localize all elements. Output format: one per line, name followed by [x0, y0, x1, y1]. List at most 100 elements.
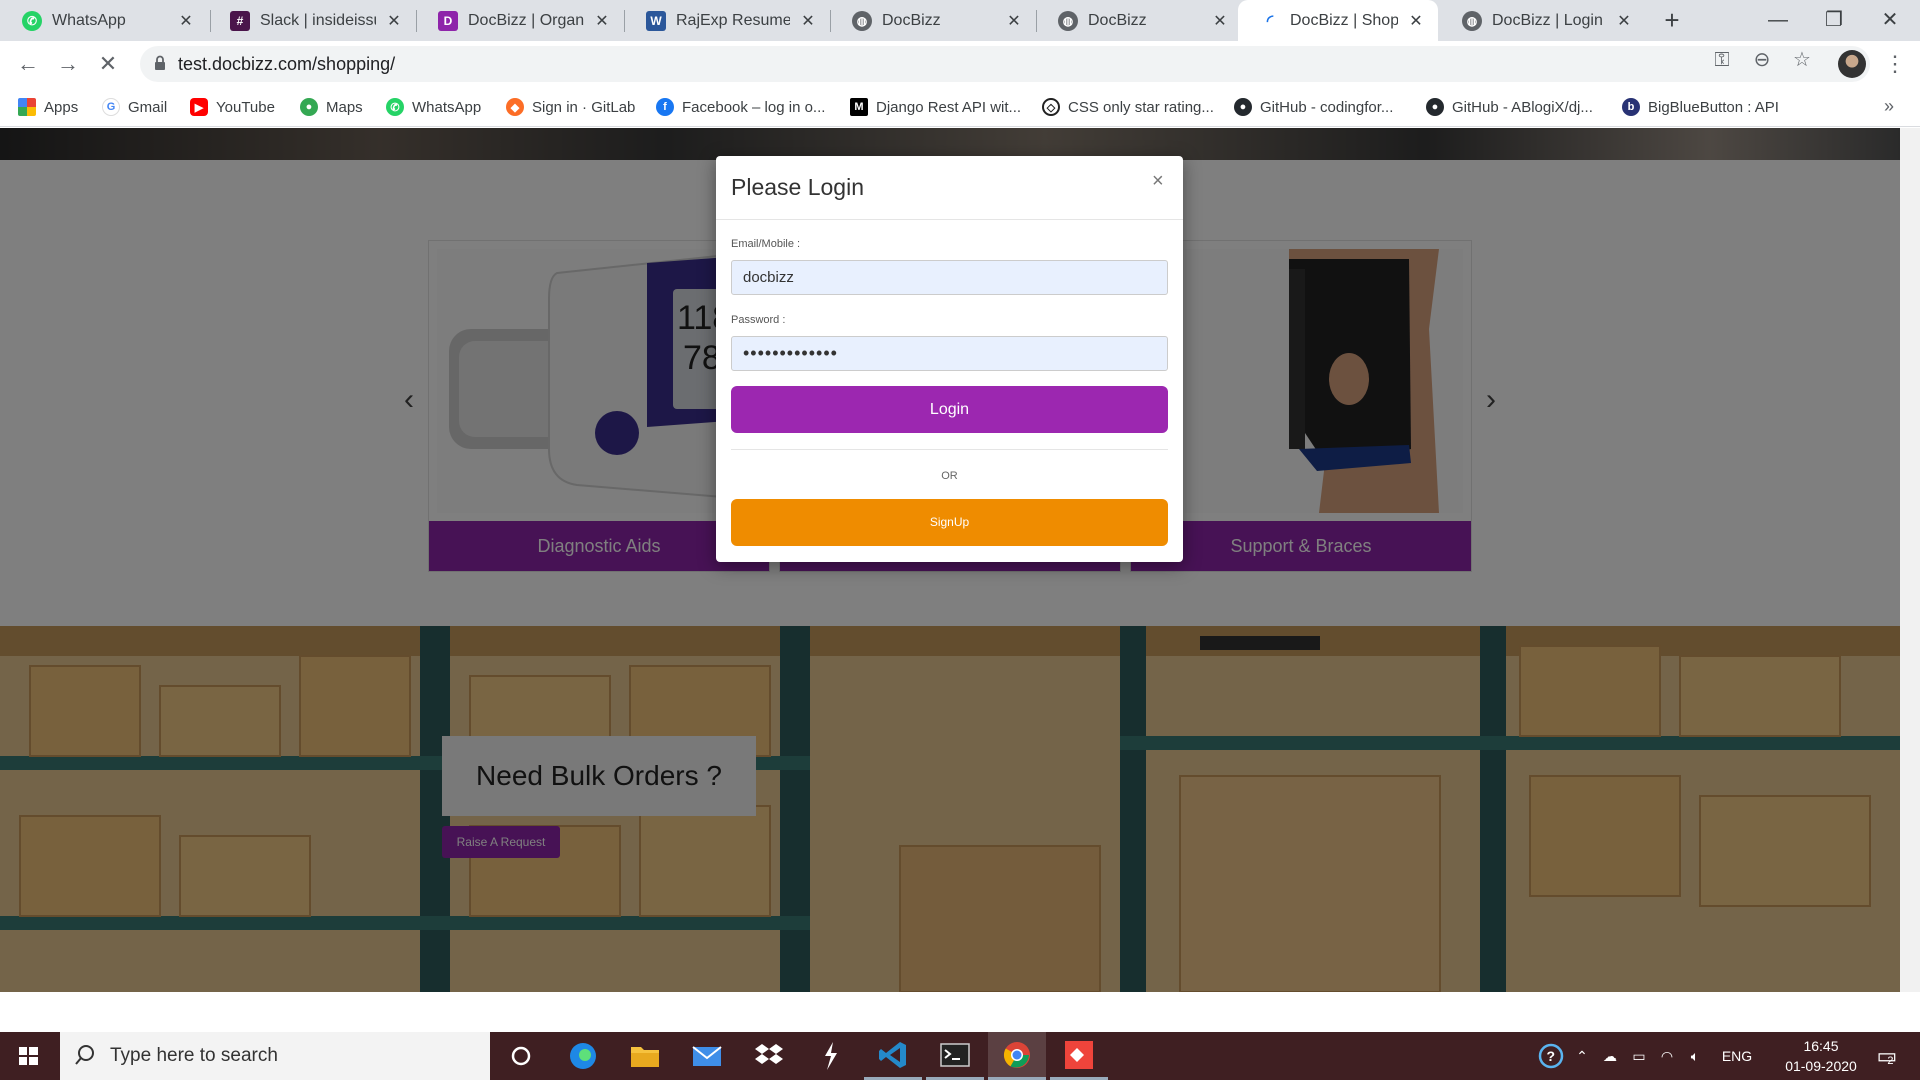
restore-button[interactable]: ❐	[1804, 0, 1864, 41]
close-window-button[interactable]: ✕	[1860, 0, 1920, 41]
chevron-double-right-icon[interactable]: »	[1884, 96, 1894, 117]
bookmark-django[interactable]: M Django Rest API wit...	[850, 96, 1021, 118]
tab-resume[interactable]: W RajExp Resume.do ✕	[624, 0, 830, 41]
taskbar-terminal[interactable]	[926, 1032, 984, 1080]
taskbar-mail[interactable]	[678, 1032, 736, 1080]
star-icon[interactable]: ☆	[1790, 48, 1814, 72]
word-icon: W	[646, 10, 666, 31]
folder-icon	[631, 1047, 659, 1067]
stop-loading-button[interactable]: ✕	[92, 48, 124, 80]
signup-button[interactable]: SignUp	[731, 499, 1168, 546]
search-placeholder: Type here to search	[110, 1045, 278, 1066]
battery-icon[interactable]: ▭	[1626, 1032, 1652, 1080]
login-button[interactable]: Login	[731, 386, 1168, 433]
tab-docbizz-shopping[interactable]: ◜ DocBizz | Shopping ✕	[1238, 0, 1438, 41]
taskbar-file-explorer[interactable]	[616, 1032, 674, 1080]
bookmark-youtube[interactable]: ▶ YouTube	[190, 96, 275, 118]
help-icon[interactable]: ?	[1534, 1032, 1568, 1080]
close-icon[interactable]: ×	[1152, 170, 1164, 193]
close-icon[interactable]: ✕	[1210, 11, 1230, 31]
login-modal: Please Login × Email/Mobile : docbizz Pa…	[716, 156, 1183, 562]
taskbar-edge[interactable]	[554, 1032, 612, 1080]
notification-count: 2	[1887, 1055, 1894, 1067]
bookmark-maps[interactable]: ● Maps	[300, 96, 363, 118]
start-button[interactable]	[0, 1032, 58, 1080]
new-tab-button[interactable]: +	[1656, 4, 1688, 36]
tab-docbizz-login[interactable]: ◍ DocBizz | Login ✕	[1440, 0, 1646, 41]
tab-whatsapp[interactable]: ✆ WhatsApp ✕	[0, 0, 208, 41]
tab-docbizz-organize[interactable]: D DocBizz | Organize ✕	[416, 0, 624, 41]
anydesk-icon	[1065, 1040, 1093, 1069]
taskbar-sourcetree[interactable]	[802, 1032, 860, 1080]
volume-icon[interactable]: 🔈︎	[1682, 1032, 1708, 1080]
minimize-button[interactable]: —	[1748, 0, 1808, 41]
close-icon[interactable]: ✕	[1406, 11, 1426, 31]
bigbluebutton-icon: b	[1622, 98, 1640, 116]
edge-icon	[570, 1043, 596, 1069]
taskbar-vscode[interactable]	[864, 1032, 922, 1080]
bookmark-label: Django Rest API wit...	[876, 98, 1022, 116]
email-field[interactable]: docbizz	[731, 260, 1168, 295]
taskbar-chrome[interactable]	[988, 1032, 1046, 1080]
bookmark-gitlab[interactable]: ◆ Sign in · GitLab	[506, 96, 635, 118]
chevron-left-icon[interactable]: ‹	[394, 380, 424, 420]
system-clock[interactable]: 16:45 01-09-2020	[1766, 1036, 1876, 1076]
bookmark-facebook[interactable]: f Facebook – log in o...	[656, 96, 825, 118]
tab-slack[interactable]: # Slack | insideissues ✕	[208, 0, 416, 41]
medium-icon: M	[850, 98, 868, 116]
language-indicator[interactable]: ENG	[1712, 1032, 1762, 1080]
tab-docbizz-1[interactable]: ◍ DocBizz ✕	[830, 0, 1036, 41]
close-icon[interactable]: ✕	[592, 11, 612, 31]
bookmark-label: WhatsApp	[412, 98, 482, 116]
address-bar[interactable]: test.docbizz.com/shopping/	[140, 46, 1870, 82]
key-icon[interactable]: ⚿	[1710, 48, 1734, 72]
close-icon[interactable]: ✕	[176, 11, 196, 31]
apps-grid-icon	[18, 98, 36, 116]
bookmark-label: Sign in · GitLab	[532, 98, 636, 116]
chevron-right-icon[interactable]: ›	[1476, 380, 1506, 420]
or-separator: OR	[941, 470, 958, 482]
browser-toolbar: ← → ✕ test.docbizz.com/shopping/ ⚿ ⊖ ☆ ⋮	[0, 41, 1920, 87]
chevron-up-icon[interactable]: ⌃	[1572, 1032, 1592, 1080]
tab-docbizz-2[interactable]: ◍ DocBizz ✕	[1036, 0, 1242, 41]
cortana-button[interactable]	[492, 1032, 550, 1080]
close-icon[interactable]: ✕	[798, 11, 818, 31]
tab-title: DocBizz	[1088, 11, 1147, 29]
profile-avatar[interactable]	[1838, 50, 1866, 78]
bookmark-whatsapp[interactable]: ✆ WhatsApp	[386, 96, 481, 118]
close-icon[interactable]: ✕	[384, 11, 404, 31]
menu-icon[interactable]: ⋮	[1884, 50, 1906, 78]
close-icon[interactable]: ✕	[1004, 11, 1024, 31]
maps-icon: ●	[300, 98, 318, 116]
bookmark-label: CSS only star rating...	[1068, 98, 1214, 116]
bookmark-apps[interactable]: Apps	[18, 96, 78, 118]
tab-strip: ✆ WhatsApp ✕ # Slack | insideissues ✕ D …	[0, 0, 1920, 41]
bookmark-label: YouTube	[216, 98, 275, 116]
globe-icon: ◍	[852, 10, 872, 31]
youtube-icon: ▶	[190, 98, 208, 116]
back-button[interactable]: ←	[12, 48, 44, 80]
page-scrollbar[interactable]	[1900, 128, 1920, 992]
bookmarks-bar: Apps G Gmail ▶ YouTube ● Maps ✆ WhatsApp…	[0, 87, 1920, 127]
onedrive-icon[interactable]: ☁	[1596, 1032, 1624, 1080]
bookmark-bigbluebutton[interactable]: b BigBlueButton : API	[1622, 96, 1779, 118]
tab-title: WhatsApp	[52, 11, 126, 29]
taskbar-search[interactable]: Type here to search	[60, 1032, 490, 1080]
divider	[731, 449, 1168, 450]
taskbar-anydesk[interactable]	[1050, 1032, 1108, 1080]
close-icon[interactable]: ✕	[1614, 11, 1634, 31]
bookmark-github-2[interactable]: ● GitHub - ABlogiX/dj...	[1426, 96, 1593, 118]
bookmark-css-star[interactable]: ◇ CSS only star rating...	[1042, 96, 1214, 118]
password-field[interactable]: •••••••••••••	[731, 336, 1168, 371]
github-icon: ●	[1426, 98, 1444, 116]
taskbar-dropbox[interactable]	[740, 1032, 798, 1080]
globe-icon: ◍	[1058, 10, 1078, 31]
forward-button[interactable]: →	[52, 48, 84, 80]
notifications-button[interactable]: ▭ 2	[1862, 1032, 1908, 1080]
zoom-icon[interactable]: ⊖	[1750, 48, 1774, 72]
docbizz-icon: D	[438, 10, 458, 31]
wifi-icon[interactable]: ◠	[1654, 1032, 1680, 1080]
bookmark-gmail[interactable]: G Gmail	[102, 96, 167, 118]
github-icon: ●	[1234, 98, 1252, 116]
bookmark-github-1[interactable]: ● GitHub - codingfor...	[1234, 96, 1393, 118]
